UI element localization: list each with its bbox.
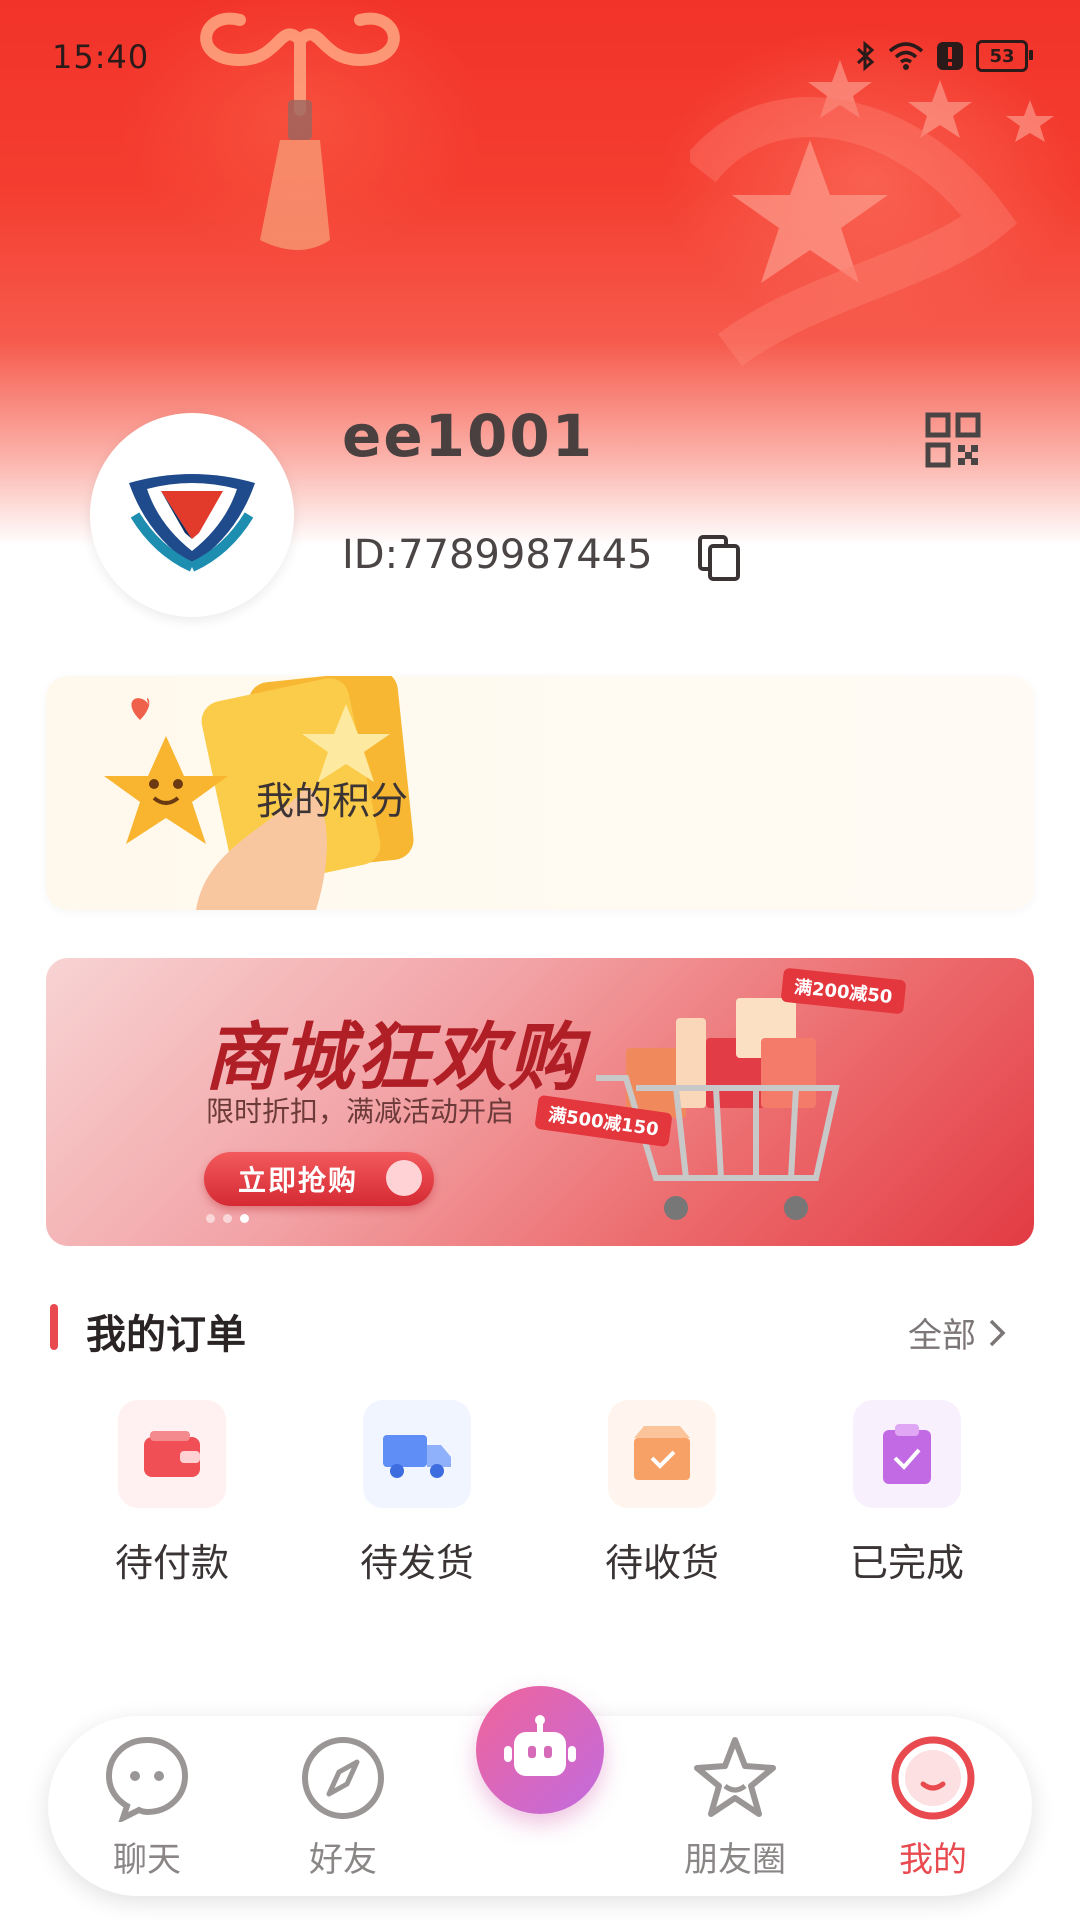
clipboard-check-icon (853, 1400, 961, 1508)
tab-label: 聊天 (113, 1840, 181, 1880)
compass-icon (302, 1737, 384, 1819)
battery-indicator: 53 (976, 40, 1033, 72)
wallet-icon (118, 1400, 226, 1508)
order-pending-shipment[interactable]: 待发货 (327, 1400, 507, 1600)
username: ee1001 (342, 402, 595, 470)
tab-label: 朋友圈 (684, 1840, 786, 1880)
buy-now-button[interactable]: 立即抢购 (204, 1152, 434, 1206)
points-card[interactable] (46, 676, 1034, 910)
tab-me[interactable]: 我的 (868, 1734, 998, 1881)
promo-banner[interactable]: 商城狂欢购 限时折扣，满减活动开启 立即抢购 满200减50 满500减150 (46, 958, 1034, 1246)
wifi-icon (888, 42, 924, 70)
qr-code-icon[interactable] (925, 412, 981, 468)
orders-view-all[interactable]: 全部 (908, 1308, 1006, 1357)
order-label: 待收货 (604, 1541, 719, 1585)
tab-moments[interactable]: 朋友圈 (670, 1734, 800, 1881)
package-icon (608, 1400, 716, 1508)
status-time: 15:40 (52, 38, 150, 76)
chevron-right-icon (989, 1319, 1006, 1346)
tap-hand-icon (386, 1160, 422, 1196)
status-icons: 53 (854, 40, 1033, 72)
bluetooth-icon (856, 40, 875, 72)
robot-icon (504, 1715, 576, 1776)
section-accent-bar (50, 1304, 58, 1350)
order-pending-payment[interactable]: 待付款 (82, 1400, 262, 1600)
banner-subtitle: 限时折扣，满减活动开启 (206, 1095, 515, 1128)
order-pending-receipt[interactable]: 待收货 (572, 1400, 752, 1600)
tab-chat[interactable]: 聊天 (82, 1734, 212, 1881)
smile-face-icon (891, 1736, 975, 1820)
pagination-dot-active (240, 1214, 249, 1223)
tab-label: 我的 (899, 1840, 967, 1880)
banner-title: 商城狂欢购 (204, 1015, 584, 1101)
pagination-dot (223, 1214, 232, 1223)
tab-label: 好友 (309, 1840, 377, 1880)
chinese-knot-decoration (200, 12, 400, 250)
order-label: 已完成 (849, 1541, 964, 1585)
copy-icon[interactable] (697, 534, 741, 582)
points-label: 我的积分 (256, 779, 409, 823)
orders-title: 我的订单 (86, 1312, 246, 1358)
order-label: 待发货 (359, 1541, 474, 1585)
pagination-dot (206, 1214, 215, 1223)
buy-now-label: 立即抢购 (238, 1164, 359, 1197)
battery-level: 53 (989, 45, 1015, 67)
alert-icon (937, 42, 963, 70)
order-completed[interactable]: 已完成 (817, 1400, 997, 1600)
star-icon (694, 1737, 776, 1817)
tab-ai-assistant[interactable] (476, 1686, 604, 1814)
logo-icon (129, 474, 255, 572)
banner-pagination (206, 1214, 249, 1223)
avatar[interactable] (90, 413, 294, 617)
chat-bubble-icon (105, 1736, 189, 1824)
order-label: 待付款 (114, 1541, 229, 1585)
user-id: ID:7789987445 (342, 532, 653, 578)
view-all-label: 全部 (908, 1316, 976, 1356)
truck-icon (363, 1400, 471, 1508)
stars-flag-decoration (690, 60, 1054, 367)
tab-friends[interactable]: 好友 (278, 1734, 408, 1881)
